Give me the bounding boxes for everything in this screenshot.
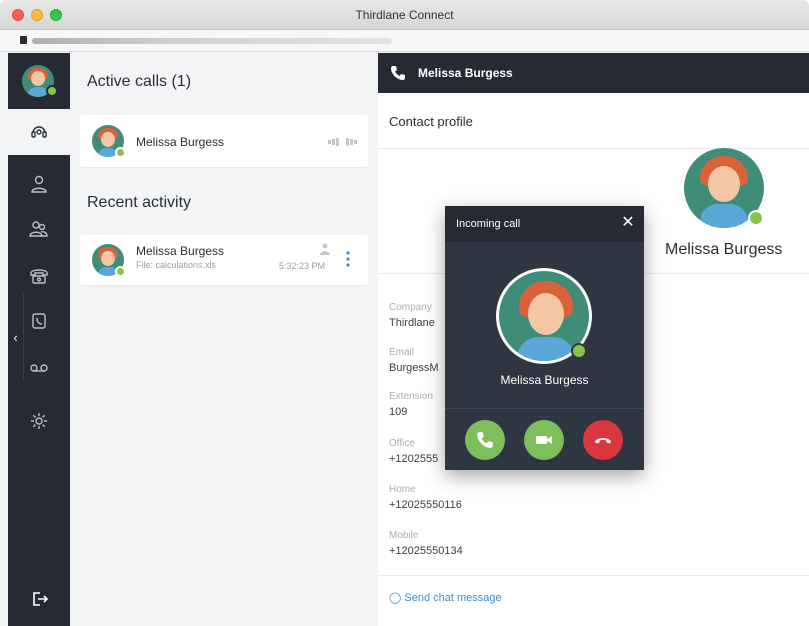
window-title: Thirdlane Connect (355, 8, 454, 22)
telephone-icon (30, 269, 48, 284)
sidebar-item-settings[interactable] (8, 398, 70, 444)
incoming-call-header: Incoming call ✕ (445, 206, 644, 242)
recent-time: 5:32:23 PM (279, 261, 326, 271)
close-icon[interactable]: ✕ (619, 214, 637, 232)
extension-label: Extension (389, 391, 433, 402)
call-signal-icon (328, 138, 357, 146)
recent-activity-item[interactable]: Melissa Burgess File: calculations.xls 5… (80, 235, 368, 285)
header-contact-name: Melissa Burgess (418, 66, 513, 80)
status-dot (115, 147, 126, 158)
person-small-icon (320, 243, 330, 255)
more-options-icon[interactable] (346, 251, 350, 267)
email-label: Email (389, 347, 415, 358)
sidebar-item-contacts[interactable] (8, 161, 70, 207)
decline-call-button[interactable] (583, 420, 623, 460)
profile-name: Melissa Burgess (665, 241, 783, 258)
incoming-call-title: Incoming call (456, 218, 521, 230)
person-icon (31, 175, 47, 193)
sidebar-item-dialpad[interactable] (8, 252, 70, 298)
contact-profile-label: Contact profile (389, 114, 473, 129)
history-icon (32, 313, 46, 329)
send-chat-label: Send chat message (404, 592, 502, 604)
calls-panel: Active calls (1) Melissa Burgess Recent … (70, 53, 378, 626)
user-status-dot (46, 85, 58, 97)
caller-name: Melissa Burgess (500, 373, 589, 387)
incoming-call-dialog: Incoming call ✕ Melissa Burgess (445, 206, 644, 470)
mobile-value[interactable]: +12025550134 (389, 545, 463, 557)
address-bar[interactable] (0, 30, 809, 52)
recent-file-name: File: calculations.xls (136, 260, 217, 270)
app-window: Thirdlane Connect ‹ Active calls (1) Mel… (0, 0, 809, 626)
send-chat-message-link[interactable]: ◯ Send chat message (389, 591, 502, 604)
recent-contact-name: Melissa Burgess (136, 244, 225, 258)
contact-header: Melissa Burgess (378, 53, 809, 93)
chevron-left-icon: ‹ (13, 329, 18, 345)
logout-button[interactable] (8, 576, 70, 622)
accept-call-button[interactable] (465, 420, 505, 460)
title-bar: Thirdlane Connect (0, 0, 809, 30)
company-label: Company (389, 302, 432, 313)
home-label: Home (389, 484, 416, 495)
home-value[interactable]: +12025550116 (389, 499, 462, 511)
headset-icon (31, 126, 47, 138)
active-call-card[interactable]: Melissa Burgess (80, 115, 368, 167)
sidebar-item-groups[interactable] (8, 206, 70, 252)
people-icon (29, 221, 48, 237)
office-value[interactable]: +1202555 (389, 453, 438, 465)
video-camera-icon (536, 436, 552, 444)
blurred-url (32, 38, 392, 44)
mobile-label: Mobile (389, 530, 419, 541)
company-value: Thirdlane (389, 317, 435, 329)
active-call-name: Melissa Burgess (136, 135, 225, 149)
sidebar-item-active-calls[interactable] (8, 109, 70, 155)
profile-status-dot (748, 210, 764, 226)
sidebar: ‹ (8, 53, 70, 626)
video-call-button[interactable] (524, 420, 564, 460)
hang-up-icon (595, 438, 611, 444)
gear-icon (31, 413, 47, 429)
phone-icon (391, 66, 405, 80)
caller-status-dot (571, 343, 587, 359)
status-dot (115, 266, 126, 277)
collapse-sidebar-button[interactable]: ‹ (8, 293, 24, 381)
lock-icon (20, 36, 27, 44)
logout-icon (33, 592, 49, 606)
email-value[interactable]: BurgessM (389, 362, 439, 374)
extension-value: 109 (389, 406, 408, 418)
divider (445, 408, 644, 409)
voicemail-icon (30, 364, 48, 372)
divider (378, 575, 809, 576)
phone-icon (477, 432, 493, 448)
divider (378, 148, 809, 149)
recent-activity-title: Recent activity (87, 194, 192, 211)
active-calls-title: Active calls (1) (87, 73, 192, 90)
chat-bubble-icon: ◯ (389, 592, 402, 604)
office-label: Office (389, 438, 415, 449)
